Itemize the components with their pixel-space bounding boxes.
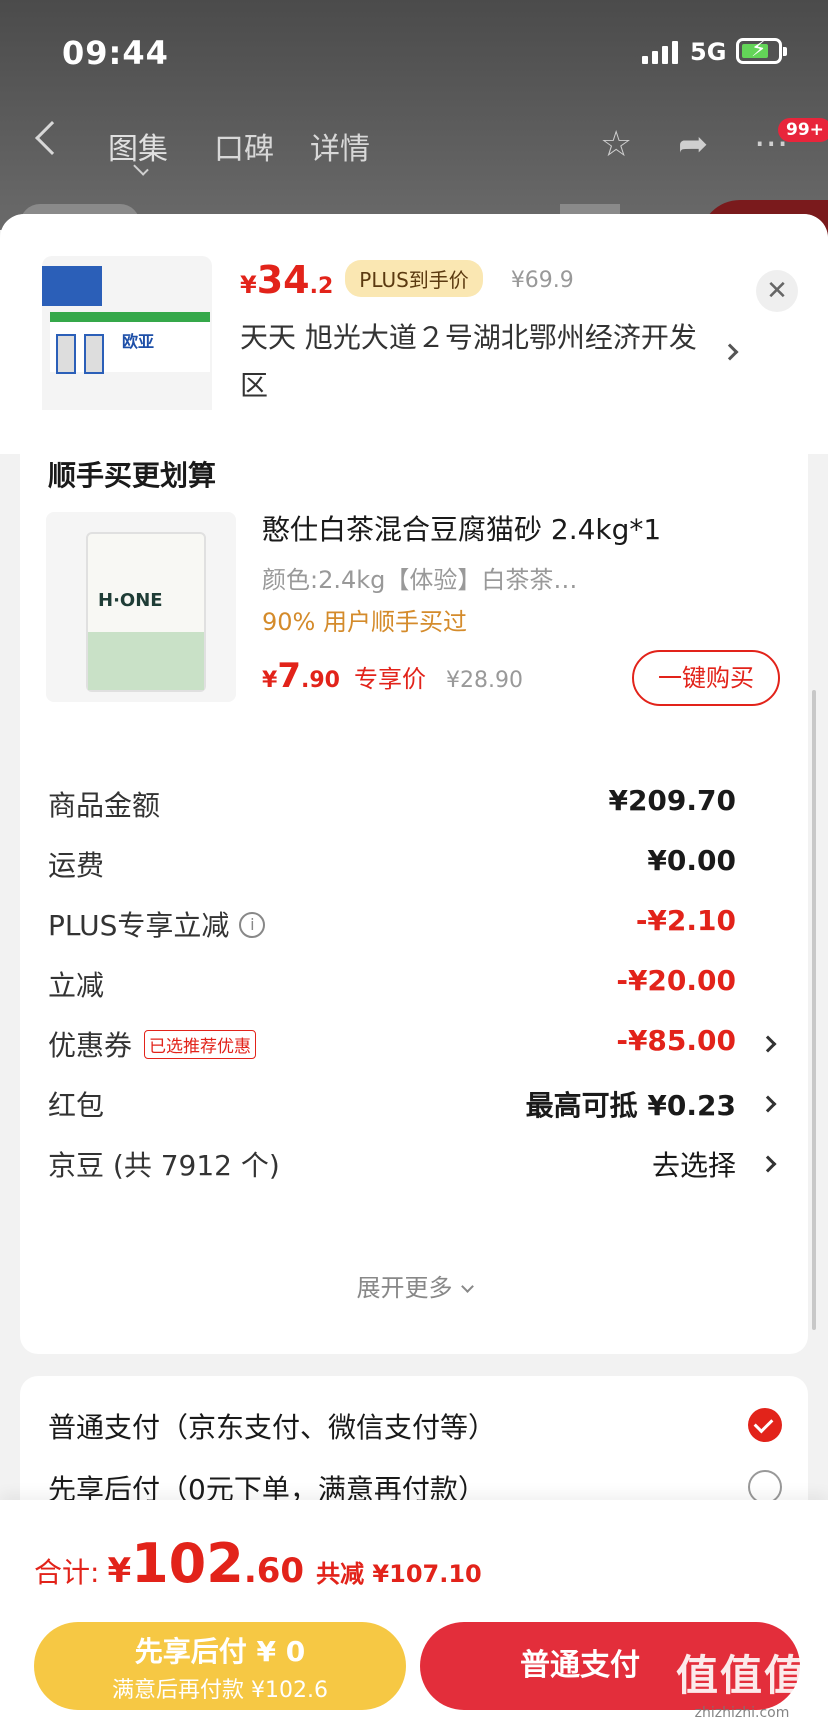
- summary-row-red-packet[interactable]: 红包 最高可抵 ¥0.23: [20, 1074, 808, 1134]
- one-click-buy-button[interactable]: 一键购买: [632, 650, 780, 706]
- expand-more-label: 展开更多: [356, 1274, 453, 1302]
- header-price: ¥ 34 .2 PLUS到手价 ¥69.9: [240, 258, 574, 303]
- pay-later-button[interactable]: 先享后付 ¥ 0 满意后再付款 ¥102.6: [34, 1622, 406, 1710]
- addon-bag-text: H·ONE: [98, 590, 163, 611]
- payment-option-normal[interactable]: 普通支付（京东支付、微信支付等）: [20, 1394, 808, 1454]
- total-integer: 102: [131, 1532, 244, 1595]
- addon-price-currency: ¥: [262, 668, 278, 693]
- checkout-bottom-bar: 合计: ¥ 102 .60 共减 ¥107.10 先享后付 ¥ 0 满意后再付款…: [0, 1500, 828, 1720]
- price-integer: 34: [256, 258, 310, 302]
- addon-title: 顺手买更划算: [48, 459, 217, 492]
- addon-product-name[interactable]: 憨仕白茶混合豆腐猫砂 2.4kg*1: [262, 508, 661, 548]
- summary-value: ¥0.00: [647, 844, 736, 877]
- product-nav-bar: 图集 口碑 详情 ☆ ➦ ···: [0, 110, 828, 180]
- summary-label-wrap: 优惠券 已选推荐优惠: [48, 1024, 257, 1064]
- chevron-down-icon: [460, 1280, 474, 1293]
- site-watermark: 值值值 zhizhizhi.com: [676, 1642, 808, 1720]
- price-currency: ¥: [240, 271, 257, 299]
- battery-icon: ⚡: [736, 37, 787, 64]
- radio-unchecked-icon[interactable]: [748, 1470, 782, 1504]
- back-icon[interactable]: [35, 121, 69, 155]
- thumbnail-brand-text: 欧亚: [122, 332, 155, 351]
- summary-row-shipping: 运费 ¥0.00: [20, 834, 808, 894]
- summary-row-goods: 商品金额 ¥209.70: [20, 774, 808, 834]
- tab-reviews[interactable]: 口碑: [214, 124, 274, 168]
- summary-label-wrap: PLUS专享立减 i: [48, 904, 266, 944]
- summary-row-instant-discount: 立减 -¥20.00: [20, 954, 808, 1014]
- total-currency: ¥: [107, 1551, 132, 1591]
- order-total: 合计: ¥ 102 .60 共减 ¥107.10: [34, 1532, 482, 1595]
- close-button[interactable]: ✕: [756, 270, 798, 312]
- chevron-right-icon[interactable]: [759, 1095, 777, 1113]
- chevron-right-icon[interactable]: [759, 1155, 777, 1173]
- share-icon[interactable]: ➦: [678, 124, 708, 165]
- summary-label: PLUS专享立减: [48, 909, 230, 942]
- pay-later-line2: 满意后再付款 ¥102.6: [112, 1678, 328, 1703]
- expand-more-link[interactable]: 展开更多: [20, 1268, 808, 1303]
- radio-checked-icon[interactable]: [748, 1408, 782, 1442]
- summary-row-coupon[interactable]: 优惠券 已选推荐优惠 -¥85.00: [20, 1014, 808, 1074]
- price-decimal: .2: [309, 274, 334, 299]
- scrollbar[interactable]: [812, 690, 816, 1330]
- summary-label: 立减: [48, 969, 105, 1002]
- original-price: ¥69.9: [510, 268, 574, 293]
- addon-product-spec[interactable]: 颜色:2.4kg【体验】白茶茶…: [262, 560, 577, 595]
- chevron-right-icon[interactable]: [759, 1035, 777, 1053]
- summary-value: 最高可抵 ¥0.23: [525, 1089, 736, 1122]
- pay-later-line1: 先享后付 ¥ 0: [134, 1635, 306, 1668]
- addon-price-decimal: .90: [300, 668, 340, 693]
- checkout-sheet: 欧亚 ¥ 34 .2 PLUS到手价 ¥69.9 天天 旭光大道２号湖北鄂州经济…: [0, 214, 828, 1720]
- network-type: 5G: [690, 38, 727, 66]
- addon-price-integer: 7: [277, 656, 301, 696]
- payment-option-label: 普通支付（京东支付、微信支付等）: [48, 1411, 497, 1444]
- summary-value: -¥2.10: [635, 904, 736, 937]
- summary-value: 去选择: [651, 1149, 736, 1182]
- signal-icon: [642, 40, 678, 64]
- message-badge: 99+: [778, 118, 828, 142]
- summary-value: -¥20.00: [616, 964, 736, 997]
- price-summary-card: 商品金额 ¥209.70 运费 ¥0.00 PLUS专享立减 i -¥2.10 立…: [20, 760, 808, 1354]
- summary-row-plus-discount: PLUS专享立减 i -¥2.10: [20, 894, 808, 954]
- summary-value: -¥85.00: [616, 1024, 736, 1057]
- summary-label: 商品金额: [48, 789, 161, 822]
- summary-label: 运费: [48, 849, 105, 882]
- favorite-star-icon[interactable]: ☆: [600, 124, 632, 165]
- info-icon[interactable]: i: [239, 912, 266, 938]
- summary-label: 优惠券: [48, 1029, 133, 1062]
- addon-price-tag: 专享价: [353, 665, 426, 693]
- total-label: 合计:: [34, 1556, 100, 1589]
- product-thumbnail: 欧亚: [42, 256, 212, 426]
- summary-value: ¥209.70: [608, 784, 736, 817]
- normal-pay-label: 普通支付: [520, 1648, 640, 1683]
- addon-original-price: ¥28.90: [445, 668, 523, 693]
- summary-row-jd-beans[interactable]: 京豆 (共 7912 个) 去选择: [20, 1134, 808, 1194]
- status-time: 09:44: [62, 34, 169, 72]
- summary-label: 红包: [48, 1089, 105, 1122]
- watermark-logo: 值值值: [676, 1651, 809, 1700]
- addon-price: ¥ 7 .90 专享价 ¥28.90: [262, 656, 523, 696]
- status-bar: 09:44 5G ⚡: [0, 0, 828, 100]
- plus-price-tag: PLUS到手价: [345, 260, 483, 297]
- delivery-address[interactable]: 天天 旭光大道２号湖北鄂州经济开发区: [240, 314, 710, 410]
- tab-details[interactable]: 详情: [310, 124, 370, 168]
- total-savings: 共减 ¥107.10: [316, 1560, 482, 1588]
- addon-popularity: 90% 用户顺手买过: [262, 608, 467, 636]
- addon-product-image[interactable]: H·ONE: [46, 512, 236, 702]
- watermark-url: zhizhizhi.com: [694, 1705, 790, 1720]
- coupon-selected-tag: 已选推荐优惠: [144, 1029, 257, 1059]
- chevron-right-icon[interactable]: [721, 343, 739, 361]
- total-decimal: .60: [243, 1551, 305, 1591]
- summary-label: 京豆 (共 7912 个): [48, 1149, 280, 1182]
